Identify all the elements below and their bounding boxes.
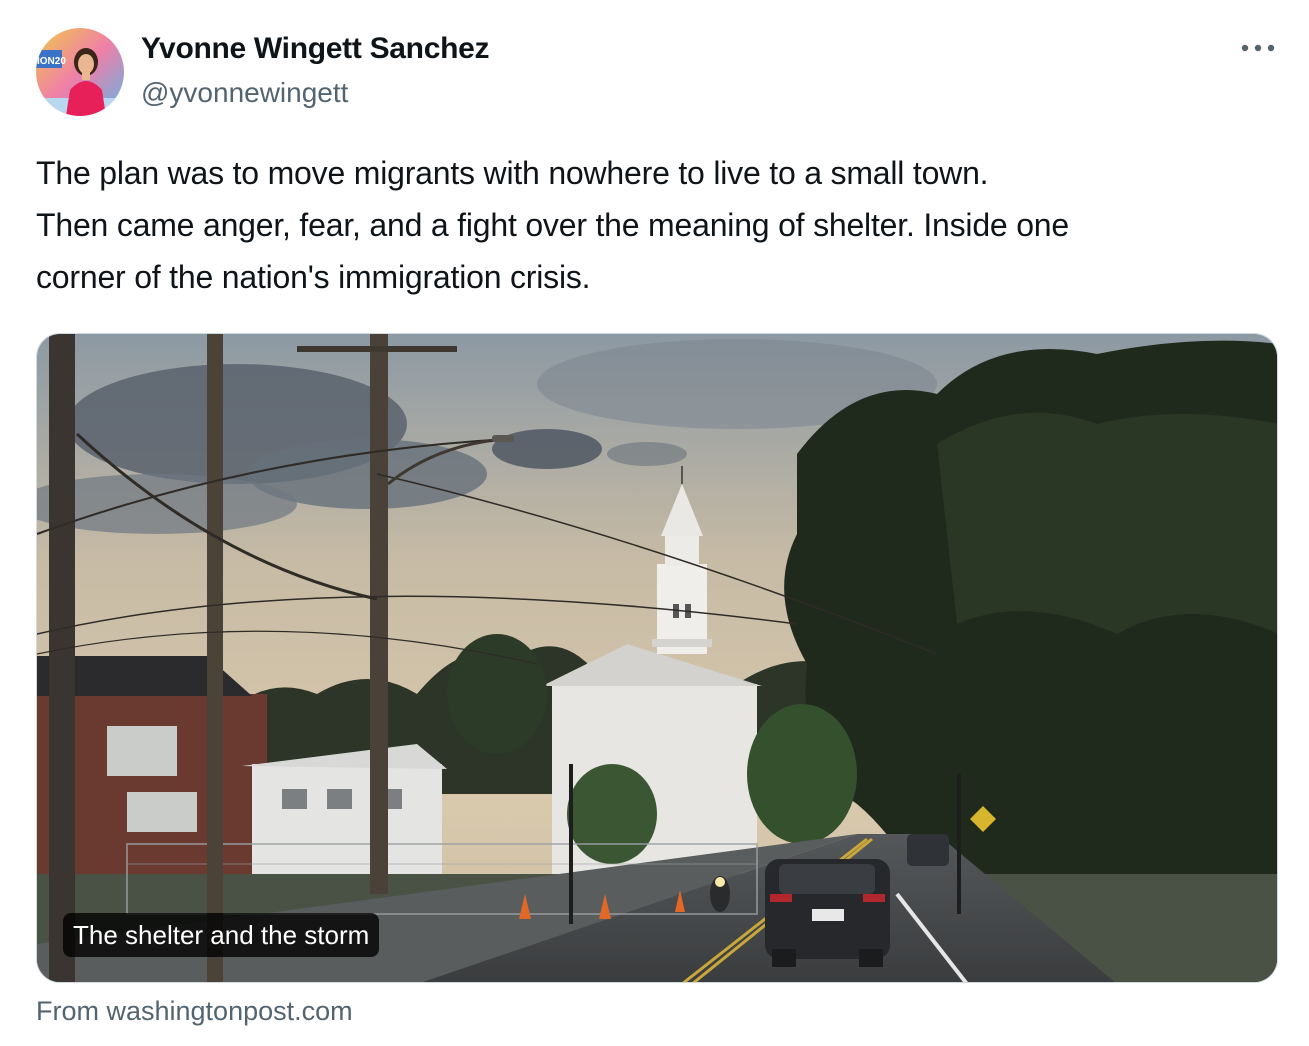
link-card-caption[interactable]: The shelter and the storm bbox=[63, 913, 380, 957]
tweet-text-line: corner of the nation's immigration crisi… bbox=[36, 259, 591, 295]
link-card-source[interactable]: From washingtonpost.com bbox=[36, 992, 353, 1030]
avatar-badge-text: ION20 bbox=[37, 56, 66, 67]
tweet-text: The plan was to move migrants with nowhe… bbox=[36, 147, 1286, 303]
tweet-text-line: The plan was to move migrants with nowhe… bbox=[36, 155, 989, 191]
more-options-button[interactable] bbox=[1236, 32, 1280, 64]
author-name[interactable]: Yvonne Wingett Sanchez bbox=[141, 30, 489, 68]
author-avatar[interactable]: ION20 bbox=[36, 28, 124, 116]
more-dots-icon bbox=[1241, 44, 1275, 52]
street-church-photo bbox=[37, 334, 1277, 982]
tweet-text-line: Then came anger, fear, and a fight over … bbox=[36, 207, 1069, 243]
link-card-image[interactable] bbox=[36, 333, 1278, 983]
author-handle[interactable]: @yvonnewingett bbox=[141, 75, 348, 111]
profile-photo-icon: ION20 bbox=[36, 28, 124, 116]
